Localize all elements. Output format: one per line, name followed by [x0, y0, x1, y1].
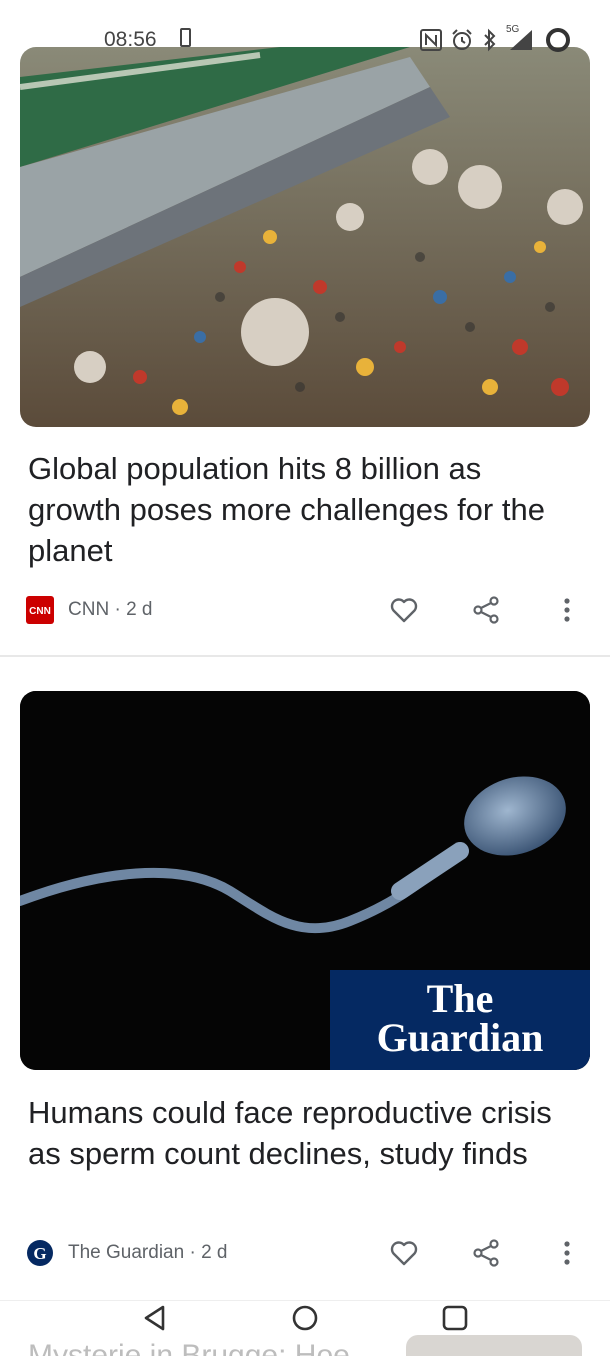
- recents-button[interactable]: [435, 1298, 475, 1338]
- guardian-logo: G: [26, 1239, 54, 1267]
- article-card[interactable]: The Guardian Humans could face reproduct…: [0, 657, 610, 1300]
- more-vert-icon: [564, 598, 570, 622]
- guardian-overlay-line1: The: [426, 976, 494, 1021]
- like-button[interactable]: [384, 590, 424, 630]
- heart-icon: [390, 598, 418, 623]
- nfc-icon: [420, 29, 442, 51]
- status-time: 08:56: [104, 28, 157, 51]
- system-nav-bar: [0, 1296, 610, 1340]
- guardian-overlay: The Guardian: [330, 970, 590, 1070]
- article-image[interactable]: The Guardian: [20, 691, 590, 1070]
- more-options-button[interactable]: [547, 590, 587, 630]
- bluetooth-icon: [484, 28, 496, 52]
- share-icon: [473, 596, 499, 624]
- article-image[interactable]: [20, 47, 590, 427]
- svg-text:G: G: [33, 1244, 46, 1263]
- article-meta: G The Guardian · 2 d: [26, 1233, 586, 1273]
- status-icons: 5G: [420, 24, 572, 54]
- share-button[interactable]: [466, 590, 506, 630]
- back-button[interactable]: [135, 1298, 175, 1338]
- source-name: The Guardian: [68, 1242, 185, 1263]
- home-circle-icon: [292, 1305, 318, 1331]
- source-line: The Guardian · 2 d: [68, 1242, 228, 1264]
- heart-icon: [390, 1241, 418, 1266]
- source-name: CNN: [68, 599, 110, 620]
- recents-square-icon: [442, 1305, 468, 1331]
- svg-text:CNN: CNN: [29, 606, 51, 617]
- like-button[interactable]: [384, 1233, 424, 1273]
- next-article-title[interactable]: Mysterie in Brugge: Hoe: [28, 1339, 350, 1356]
- article-card[interactable]: Global population hits 8 billion as grow…: [0, 0, 610, 655]
- guardian-overlay-line2: Guardian: [376, 1015, 544, 1060]
- network-label: 5G: [506, 24, 520, 35]
- share-button[interactable]: [466, 1233, 506, 1273]
- home-button[interactable]: [285, 1298, 325, 1338]
- meta-separator: ·: [109, 599, 127, 620]
- article-title[interactable]: Humans could face reproductive crisis as…: [28, 1092, 578, 1174]
- share-icon: [473, 1239, 499, 1267]
- cnn-logo: CNN: [26, 596, 54, 624]
- more-options-button[interactable]: [547, 1233, 587, 1273]
- back-triangle-icon: [144, 1305, 165, 1331]
- article-meta: CNN CNN · 2 d: [26, 590, 586, 630]
- battery-ring-icon: [546, 28, 570, 52]
- article-title[interactable]: Global population hits 8 billion as grow…: [28, 448, 578, 571]
- alarm-icon: [452, 29, 472, 50]
- crowded-market-photo: [20, 47, 590, 427]
- article-age: 2 d: [201, 1242, 228, 1263]
- meta-separator: ·: [184, 1242, 202, 1263]
- signal-icon: 5G: [506, 24, 536, 52]
- more-vert-icon: [564, 1241, 570, 1265]
- article-age: 2 d: [126, 599, 153, 620]
- phone-outline-icon: [180, 28, 191, 47]
- source-line: CNN · 2 d: [68, 599, 152, 621]
- status-bar: 08:56 5G: [0, 0, 610, 52]
